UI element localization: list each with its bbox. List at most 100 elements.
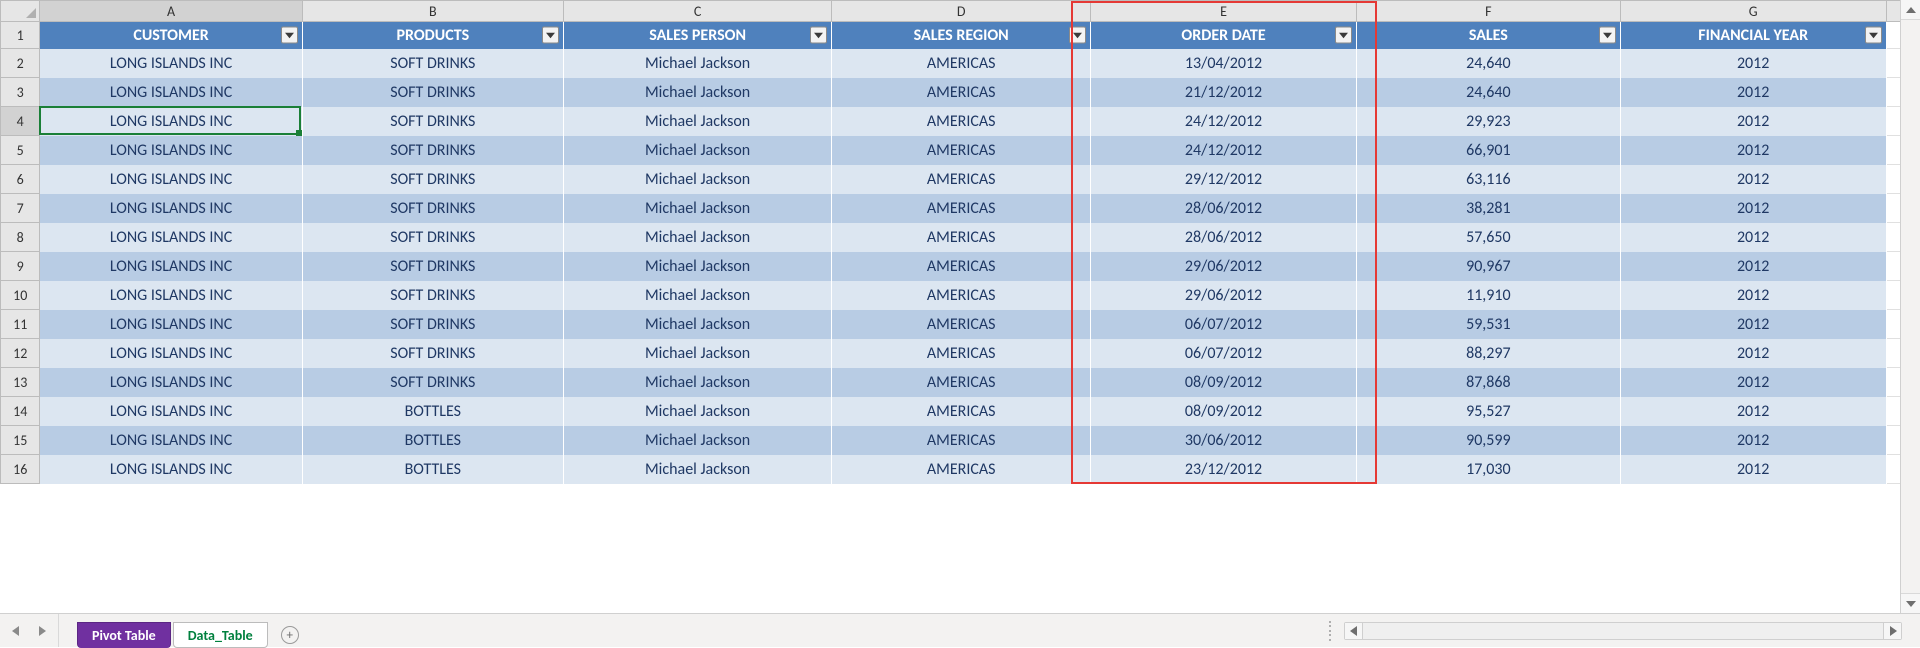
cell-D12[interactable]: AMERICAS: [832, 339, 1091, 368]
cell-E10[interactable]: 29/06/2012: [1091, 281, 1357, 310]
cell-B8[interactable]: SOFT DRINKS: [302, 223, 563, 252]
cell-E13[interactable]: 08/09/2012: [1091, 368, 1357, 397]
cell-D5[interactable]: AMERICAS: [832, 136, 1091, 165]
cell-F9[interactable]: 90,967: [1357, 252, 1621, 281]
cell-A8[interactable]: LONG ISLANDS INC: [40, 223, 302, 252]
cell-G12[interactable]: 2012: [1620, 339, 1886, 368]
tab-nav-prev-icon[interactable]: [8, 623, 24, 639]
table-header-A[interactable]: CUSTOMER: [40, 22, 302, 49]
table-header-G[interactable]: FINANCIAL YEAR: [1620, 22, 1886, 49]
scroll-right-button[interactable]: [1883, 623, 1901, 639]
cell-F14[interactable]: 95,527: [1357, 397, 1621, 426]
row-header-12[interactable]: 12: [1, 339, 40, 368]
cell-C13[interactable]: Michael Jackson: [563, 368, 832, 397]
tab-data-table[interactable]: Data_Table: [173, 622, 268, 648]
tab-nav-next-icon[interactable]: [34, 623, 50, 639]
cell-A14[interactable]: LONG ISLANDS INC: [40, 397, 302, 426]
cell-D7[interactable]: AMERICAS: [832, 194, 1091, 223]
cell-A6[interactable]: LONG ISLANDS INC: [40, 165, 302, 194]
cell-D11[interactable]: AMERICAS: [832, 310, 1091, 339]
cell-F11[interactable]: 59,531: [1357, 310, 1621, 339]
row-header-5[interactable]: 5: [1, 136, 40, 165]
cell-B13[interactable]: SOFT DRINKS: [302, 368, 563, 397]
row-header-14[interactable]: 14: [1, 397, 40, 426]
cell-D8[interactable]: AMERICAS: [832, 223, 1091, 252]
cell-G6[interactable]: 2012: [1620, 165, 1886, 194]
cell-E11[interactable]: 06/07/2012: [1091, 310, 1357, 339]
cell-A11[interactable]: LONG ISLANDS INC: [40, 310, 302, 339]
tab-split-handle[interactable]: [1326, 621, 1334, 641]
cell-F10[interactable]: 11,910: [1357, 281, 1621, 310]
vertical-scroll-track[interactable]: [1901, 20, 1920, 593]
cell-C15[interactable]: Michael Jackson: [563, 426, 832, 455]
cell-F4[interactable]: 29,923: [1357, 107, 1621, 136]
cell-B11[interactable]: SOFT DRINKS: [302, 310, 563, 339]
cell-B4[interactable]: SOFT DRINKS: [302, 107, 563, 136]
filter-dropdown-button[interactable]: [542, 27, 559, 44]
cell-C9[interactable]: Michael Jackson: [563, 252, 832, 281]
cell-C5[interactable]: Michael Jackson: [563, 136, 832, 165]
cell-D14[interactable]: AMERICAS: [832, 397, 1091, 426]
cell-B12[interactable]: SOFT DRINKS: [302, 339, 563, 368]
table-header-F[interactable]: SALES: [1357, 22, 1621, 49]
cell-B15[interactable]: BOTTLES: [302, 426, 563, 455]
cell-C2[interactable]: Michael Jackson: [563, 49, 832, 78]
cell-D9[interactable]: AMERICAS: [832, 252, 1091, 281]
cell-B14[interactable]: BOTTLES: [302, 397, 563, 426]
cell-C7[interactable]: Michael Jackson: [563, 194, 832, 223]
row-header-1[interactable]: 1: [1, 22, 40, 49]
cell-F8[interactable]: 57,650: [1357, 223, 1621, 252]
cell-G14[interactable]: 2012: [1620, 397, 1886, 426]
cell-F6[interactable]: 63,116: [1357, 165, 1621, 194]
cell-D3[interactable]: AMERICAS: [832, 78, 1091, 107]
cell-C11[interactable]: Michael Jackson: [563, 310, 832, 339]
cell-A4[interactable]: LONG ISLANDS INC: [40, 107, 302, 136]
cell-A12[interactable]: LONG ISLANDS INC: [40, 339, 302, 368]
cell-E9[interactable]: 29/06/2012: [1091, 252, 1357, 281]
cell-D10[interactable]: AMERICAS: [832, 281, 1091, 310]
row-header-3[interactable]: 3: [1, 78, 40, 107]
cell-B9[interactable]: SOFT DRINKS: [302, 252, 563, 281]
cell-G13[interactable]: 2012: [1620, 368, 1886, 397]
cell-C12[interactable]: Michael Jackson: [563, 339, 832, 368]
row-header-6[interactable]: 6: [1, 165, 40, 194]
table-header-E[interactable]: ORDER DATE: [1091, 22, 1357, 49]
cell-G11[interactable]: 2012: [1620, 310, 1886, 339]
cell-F16[interactable]: 17,030: [1357, 455, 1621, 484]
cell-G4[interactable]: 2012: [1620, 107, 1886, 136]
cell-D2[interactable]: AMERICAS: [832, 49, 1091, 78]
tab-pivot-table[interactable]: Pivot Table: [77, 622, 171, 648]
cell-B3[interactable]: SOFT DRINKS: [302, 78, 563, 107]
cell-F5[interactable]: 66,901: [1357, 136, 1621, 165]
cell-A2[interactable]: LONG ISLANDS INC: [40, 49, 302, 78]
cell-F3[interactable]: 24,640: [1357, 78, 1621, 107]
cell-E14[interactable]: 08/09/2012: [1091, 397, 1357, 426]
column-header-D[interactable]: D: [832, 1, 1091, 22]
cell-C10[interactable]: Michael Jackson: [563, 281, 832, 310]
cell-E16[interactable]: 23/12/2012: [1091, 455, 1357, 484]
cell-G3[interactable]: 2012: [1620, 78, 1886, 107]
cell-F7[interactable]: 38,281: [1357, 194, 1621, 223]
cell-E7[interactable]: 28/06/2012: [1091, 194, 1357, 223]
cell-C16[interactable]: Michael Jackson: [563, 455, 832, 484]
cell-F2[interactable]: 24,640: [1357, 49, 1621, 78]
cell-G7[interactable]: 2012: [1620, 194, 1886, 223]
cell-G5[interactable]: 2012: [1620, 136, 1886, 165]
column-header-F[interactable]: F: [1357, 1, 1621, 22]
cell-B10[interactable]: SOFT DRINKS: [302, 281, 563, 310]
cell-E2[interactable]: 13/04/2012: [1091, 49, 1357, 78]
filter-dropdown-button[interactable]: [281, 27, 298, 44]
new-sheet-button[interactable]: +: [276, 622, 304, 648]
column-header-A[interactable]: A: [40, 1, 302, 22]
row-header-16[interactable]: 16: [1, 455, 40, 484]
cell-E6[interactable]: 29/12/2012: [1091, 165, 1357, 194]
row-header-11[interactable]: 11: [1, 310, 40, 339]
cell-A5[interactable]: LONG ISLANDS INC: [40, 136, 302, 165]
column-header-C[interactable]: C: [563, 1, 832, 22]
cell-C6[interactable]: Michael Jackson: [563, 165, 832, 194]
cell-D4[interactable]: AMERICAS: [832, 107, 1091, 136]
column-header-E[interactable]: E: [1091, 1, 1357, 22]
cell-C8[interactable]: Michael Jackson: [563, 223, 832, 252]
column-header-G[interactable]: G: [1620, 1, 1886, 22]
table-header-B[interactable]: PRODUCTS: [302, 22, 563, 49]
